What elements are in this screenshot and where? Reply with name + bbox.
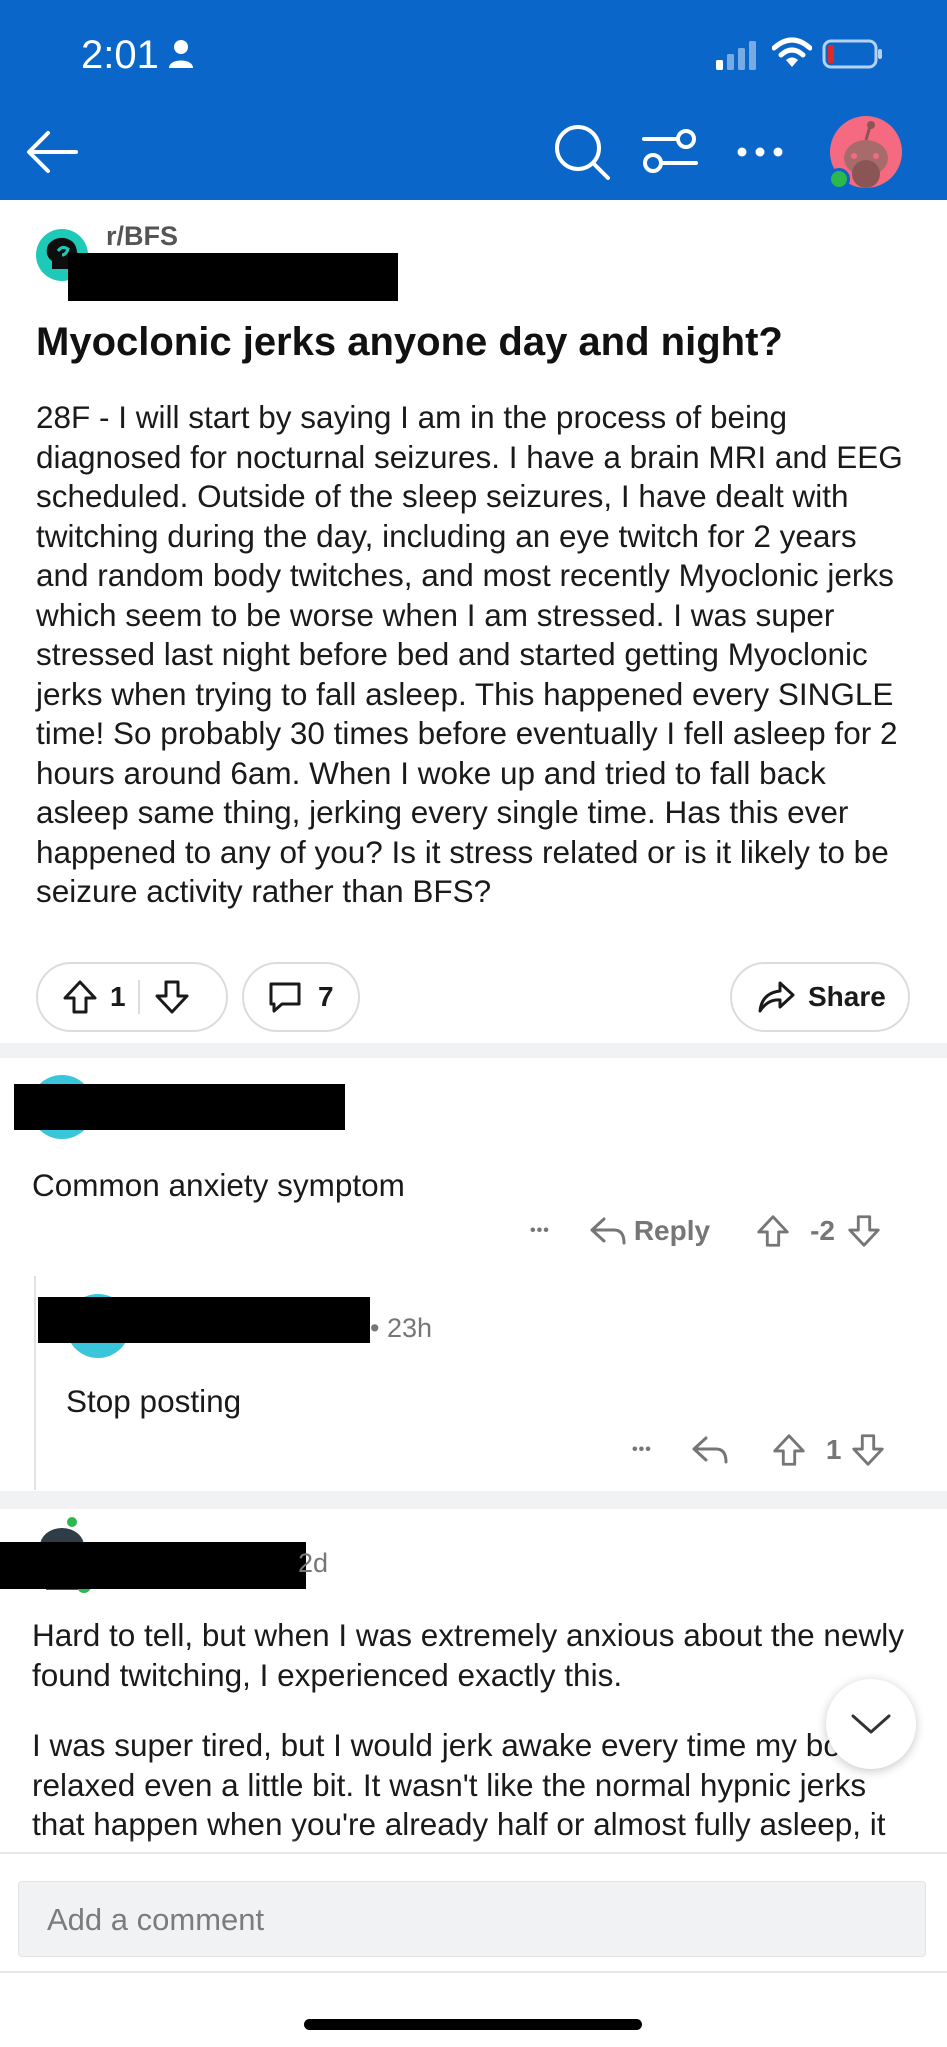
back-button[interactable] [22, 122, 82, 182]
comment-more-button[interactable]: ••• [530, 1222, 550, 1240]
reply-icon[interactable] [588, 1213, 628, 1249]
redacted-username [68, 253, 398, 301]
more-options-button[interactable] [730, 134, 790, 170]
reply-icon[interactable] [690, 1432, 730, 1468]
vote-pill: 1 [36, 962, 228, 1032]
post-body: 28F - I will start by saying I am in the… [36, 399, 903, 909]
share-button[interactable]: Share [730, 962, 910, 1032]
post-score: 1 [110, 981, 126, 1012]
comment-count: 7 [318, 981, 334, 1012]
section-divider [0, 1491, 947, 1509]
share-label: Share [808, 981, 886, 1012]
person-icon [169, 40, 193, 68]
comment-actions: ••• Reply -2 [530, 1212, 883, 1250]
app-header [0, 0, 947, 200]
downvote-icon[interactable] [152, 977, 192, 1017]
comment-bubble-icon [269, 982, 301, 1013]
comment-text: Common anxiety symptom [32, 1167, 405, 1203]
comment-text: I was super tired, but I would jerk awak… [32, 1727, 886, 1850]
comment-timestamp: 2d [298, 1548, 329, 1578]
wifi-icon [772, 37, 812, 67]
reply-button[interactable]: Reply [634, 1215, 710, 1247]
search-icon [555, 125, 610, 180]
comment-text: Stop posting [66, 1383, 242, 1419]
online-status-dot [828, 168, 850, 190]
downvote-icon[interactable] [845, 1212, 883, 1250]
post-title: Myoclonic jerks anyone day and night? [36, 320, 783, 364]
comment-actions: ••• 1 [632, 1431, 887, 1469]
redacted-username [14, 1084, 345, 1130]
downvote-icon[interactable] [849, 1431, 887, 1469]
battery-icon [822, 39, 882, 69]
redacted-username [0, 1542, 306, 1589]
add-comment-input[interactable]: Add a comment [18, 1881, 926, 1957]
comment-score: -2 [810, 1215, 835, 1246]
status-time: 2:01 [81, 33, 159, 77]
sort-filter-button[interactable] [640, 125, 700, 179]
comment-timestamp: • 23h [370, 1313, 433, 1343]
more-horizontal-icon [737, 147, 783, 157]
redacted-username [38, 1297, 370, 1343]
filter-icon [642, 129, 698, 173]
divider [0, 1971, 947, 1973]
chevron-down-icon [851, 1714, 891, 1734]
arrow-left-icon [27, 131, 78, 173]
share-arrow-icon [758, 981, 795, 1013]
comments-button[interactable]: 7 [242, 962, 360, 1032]
thread-line [34, 1276, 36, 1490]
scroll-down-button[interactable] [826, 1679, 916, 1769]
upvote-icon[interactable] [60, 977, 100, 1017]
comment-text: Hard to tell, but when I was extremely a… [32, 1617, 904, 1693]
home-indicator[interactable] [304, 2019, 642, 2030]
search-button[interactable] [552, 122, 612, 182]
cellular-signal-icon [716, 41, 756, 70]
upvote-icon[interactable] [754, 1212, 792, 1250]
upvote-icon[interactable] [770, 1431, 808, 1469]
comment-more-button[interactable]: ••• [632, 1441, 652, 1459]
vote-divider [137, 980, 140, 1014]
subreddit-name[interactable]: r/BFS [106, 221, 178, 252]
comment-score: 1 [825, 1434, 842, 1465]
section-divider [0, 1043, 947, 1058]
